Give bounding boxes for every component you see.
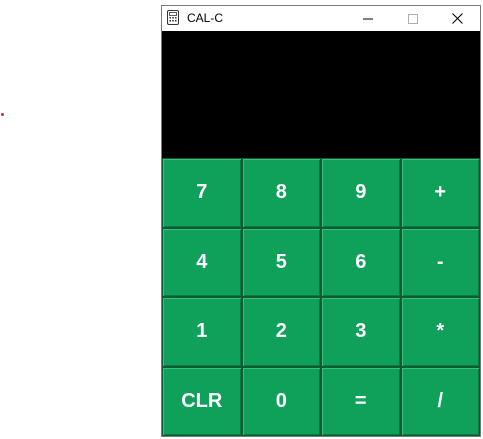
window-title: CAL-C [187, 11, 224, 25]
key-multiply[interactable]: * [400, 297, 480, 367]
stray-red-dot [1, 113, 4, 116]
close-button[interactable] [435, 6, 480, 31]
key-0[interactable]: 0 [241, 366, 321, 436]
title-bar[interactable]: CAL-C [162, 6, 480, 31]
key-7[interactable]: 7 [162, 158, 242, 228]
calculator-window: CAL-C 7 8 9 + 4 5 6 - 1 2 3 * CLR 0 = / [161, 5, 481, 437]
maximize-icon [407, 13, 418, 24]
key-9[interactable]: 9 [321, 158, 401, 228]
calculator-icon [167, 10, 179, 25]
key-3[interactable]: 3 [321, 297, 401, 367]
key-5[interactable]: 5 [241, 227, 321, 297]
key-clear[interactable]: CLR [162, 366, 242, 436]
key-8[interactable]: 8 [241, 158, 321, 228]
key-6[interactable]: 6 [321, 227, 401, 297]
key-equals[interactable]: = [321, 366, 401, 436]
key-2[interactable]: 2 [241, 297, 321, 367]
close-icon [452, 13, 463, 24]
key-divide[interactable]: / [400, 366, 480, 436]
key-4[interactable]: 4 [162, 227, 242, 297]
key-plus[interactable]: + [400, 158, 480, 228]
key-1[interactable]: 1 [162, 297, 242, 367]
maximize-button[interactable] [390, 6, 435, 31]
minimize-button[interactable] [345, 6, 390, 31]
minimize-icon [362, 18, 373, 19]
result-display [162, 31, 480, 158]
keypad: 7 8 9 + 4 5 6 - 1 2 3 * CLR 0 = / [162, 158, 480, 436]
key-minus[interactable]: - [400, 227, 480, 297]
